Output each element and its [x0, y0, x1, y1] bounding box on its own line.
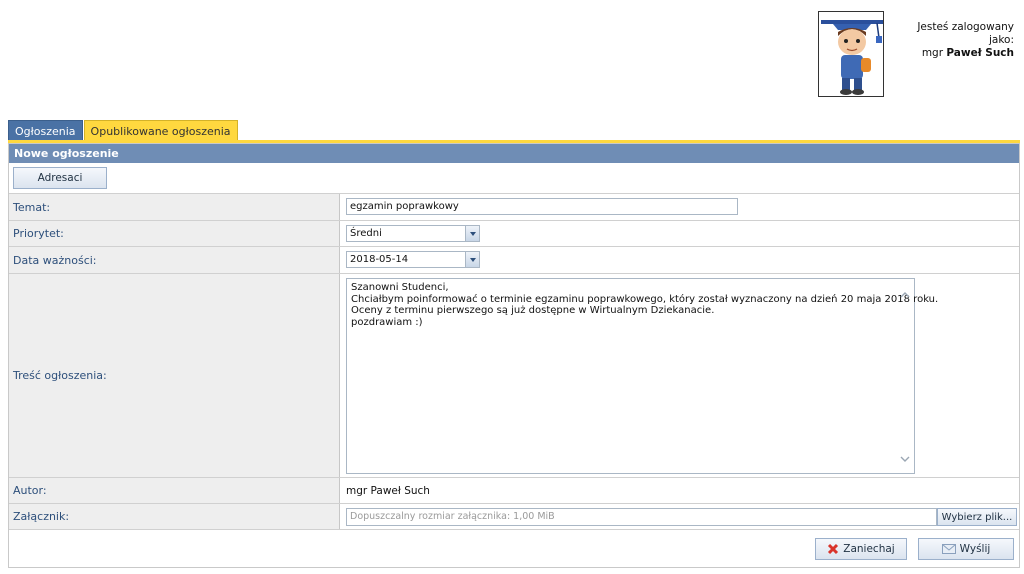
priority-row: Priorytet: Średni: [9, 220, 1019, 246]
content-row: Treść ogłoszenia: Szanowni Studenci, Chc…: [9, 273, 1019, 477]
subject-input[interactable]: egzamin poprawkowy: [346, 198, 738, 215]
attachment-label: Załącznik:: [9, 504, 340, 529]
logged-in-info: Jesteś zalogowany jako: mgr Paweł Such: [894, 21, 1014, 60]
tabs: Ogłoszenia Opublikowane ogłoszenia: [8, 120, 239, 141]
send-label: Wyślij: [959, 543, 991, 555]
attachment-row: Załącznik: Dopuszczalny rozmiar załączni…: [9, 503, 1019, 530]
content-line: Oceny z terminu pierwszego są już dostęp…: [351, 305, 715, 316]
content-line: Szanowni Studenci,: [351, 282, 449, 293]
user-title: mgr: [921, 47, 944, 59]
recipients-button[interactable]: Adresaci: [13, 167, 107, 189]
content-textarea[interactable]: Szanowni Studenci, Chciałbym poinformowa…: [346, 278, 939, 474]
scroll-down-icon[interactable]: [900, 455, 910, 463]
scroll-up-icon[interactable]: [900, 291, 910, 299]
user-box: Jesteś zalogowany jako: mgr Paweł Such: [816, 11, 1016, 97]
cancel-button[interactable]: Zaniechaj: [815, 538, 907, 560]
priority-label: Priorytet:: [9, 221, 340, 246]
new-announcement-panel: Nowe ogłoszenie Adresaci Temat: egzamin …: [8, 143, 1020, 568]
priority-value: Średni: [350, 228, 382, 239]
subject-row: Temat: egzamin poprawkowy: [9, 193, 1019, 220]
content-line: Chciałbym poinformować o terminie egzami…: [351, 293, 939, 305]
subject-label: Temat:: [9, 194, 340, 220]
content-line: pozdrawiam :): [351, 316, 423, 328]
close-icon: [827, 543, 839, 555]
author-label: Autor:: [9, 478, 340, 503]
expiry-row: Data ważności: 2018-05-14: [9, 246, 1019, 273]
user-name: Paweł Such: [946, 47, 1014, 59]
send-button[interactable]: Wyślij: [918, 538, 1014, 560]
choose-file-button[interactable]: Wybierz plik...: [937, 508, 1017, 526]
author-row: Autor: mgr Paweł Such: [9, 477, 1019, 503]
priority-select[interactable]: Średni: [346, 225, 480, 242]
cancel-label: Zaniechaj: [843, 543, 895, 555]
tab-announcements[interactable]: Ogłoszenia: [8, 120, 83, 141]
chevron-down-icon[interactable]: [465, 226, 479, 241]
chevron-down-icon[interactable]: [465, 252, 479, 267]
content-label: Treść ogłoszenia:: [9, 274, 340, 477]
panel-title: Nowe ogłoszenie: [9, 144, 1019, 163]
toolbar: Adresaci: [9, 163, 1019, 193]
expiry-value: 2018-05-14: [350, 254, 409, 265]
tab-published-announcements[interactable]: Opublikowane ogłoszenia: [83, 120, 238, 141]
attachment-input[interactable]: Dopuszczalny rozmiar załącznika: 1,00 Mi…: [346, 508, 937, 526]
author-value: mgr Paweł Such: [346, 485, 430, 497]
expiry-label: Data ważności:: [9, 247, 340, 273]
envelope-icon: [941, 544, 956, 554]
expiry-date-select[interactable]: 2018-05-14: [346, 251, 480, 268]
avatar: [818, 11, 884, 97]
logged-in-label: Jesteś zalogowany jako:: [917, 21, 1014, 46]
